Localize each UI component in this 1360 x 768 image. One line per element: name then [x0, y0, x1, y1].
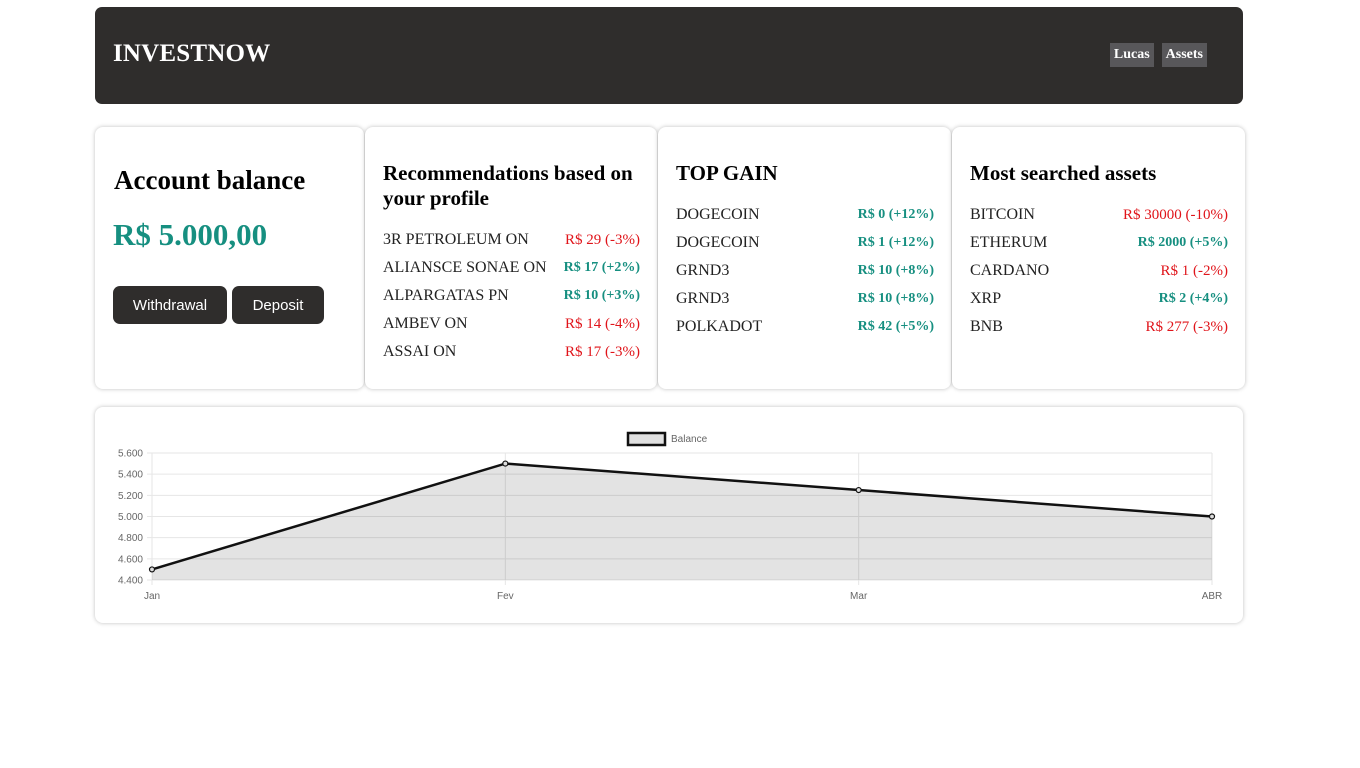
legend-swatch [626, 431, 667, 447]
asset-name: 3R PETROLEUM ON [383, 231, 529, 248]
brand-logo[interactable]: INVESTNOW [113, 40, 270, 68]
balance-chart: 5.600 5.400 5.200 5.000 4.800 4.600 4.400Jan Fe… [118, 431, 1223, 602]
asset-price-change: R$ 10 (+8%) [857, 291, 934, 306]
asset-name: ALIANSCE SONAE ON [383, 259, 547, 276]
asset-name: CARDANO [970, 262, 1050, 279]
asset-price-change: R$ 29 (-3%) [565, 231, 640, 248]
y-tick-label: 4.800 [118, 533, 143, 544]
most-searched-card: Most searched assets BITCOIN R$ 30000 (-1… [952, 127, 1245, 389]
nav-link-assets[interactable]: Assets [1161, 43, 1207, 67]
x-tick-label: Fev [497, 591, 514, 602]
asset-row[interactable]: POLKADOT R$ 42 (+5%) [676, 313, 934, 341]
asset-name: GRND3 [676, 290, 730, 307]
asset-price-change: R$ 0 (+12%) [857, 207, 934, 222]
asset-name: ETHERUM [970, 234, 1048, 251]
asset-price-change: R$ 2000 (+5%) [1137, 235, 1228, 250]
recommendations-card: Recommendations based on your profile 3R… [365, 127, 657, 389]
asset-price-change: R$ 30000 (-10%) [1123, 206, 1228, 223]
y-tick-label: 5.200 [118, 491, 143, 502]
asset-row[interactable]: 3R PETROLEUM ON R$ 29 (-3%) [383, 226, 640, 254]
data-point [502, 460, 509, 467]
recommendations-title: Recommendations based on your profile [383, 161, 633, 210]
asset-row[interactable]: ETHERUM R$ 2000 (+5%) [970, 229, 1228, 257]
asset-row[interactable]: CARDANO R$ 1 (-2%) [970, 257, 1228, 285]
account-balance-amount: R$ 5.000,00 [113, 217, 268, 252]
asset-name: BNB [970, 318, 1003, 335]
x-tick-label: Mar [850, 591, 868, 602]
data-point [1208, 513, 1216, 520]
asset-name: BITCOIN [970, 206, 1035, 223]
balance-chart-card: 5.600 5.400 5.200 5.000 4.800 4.600 4.400 Jan Fe… [95, 407, 1243, 623]
asset-name: POLKADOT [676, 318, 763, 335]
x-tick-label: Jan [144, 591, 160, 602]
asset-name: XRP [970, 290, 1002, 307]
y-tick-label: 5.600 [118, 449, 143, 460]
asset-price-change: R$ 10 (+3%) [563, 288, 640, 303]
asset-price-change: R$ 1 (+12%) [857, 235, 934, 250]
asset-name: DOGECOIN [676, 234, 760, 251]
top-gain-list: DOGECOIN R$ 0 (+12%) DOGECOIN R$ 1 (+12%) GR… [676, 201, 934, 341]
nav-links: Lucas Assets [1109, 43, 1207, 67]
y-tick-label: 4.600 [118, 554, 143, 565]
y-tick-label: 5.400 [118, 470, 143, 481]
account-balance-title: Account balance [114, 165, 306, 195]
asset-name: AMBEV ON [383, 315, 468, 332]
asset-price-change: R$ 277 (-3%) [1145, 318, 1229, 335]
asset-price-change: R$ 1 (-2%) [1160, 262, 1229, 279]
recommendations-list: 3R PETROLEUM ON R$ 29 (-3%) ALIANSCE SONAE… [383, 226, 640, 366]
account-balance-card: Account balance R$ 5.000,00 Withdrawal D… [95, 127, 364, 389]
top-gain-title: TOP GAIN [676, 161, 778, 185]
most-searched-title: Most searched assets [970, 161, 1157, 185]
asset-name: GRND3 [676, 262, 730, 279]
top-navbar: INVESTNOW Lucas Assets [95, 7, 1243, 104]
asset-row[interactable]: GRND3 R$ 10 (+8%) [676, 285, 934, 313]
nav-link-user[interactable]: Lucas [1109, 43, 1154, 67]
legend-label: Balance [671, 434, 708, 445]
data-point [148, 566, 156, 573]
asset-price-change: R$ 2 (+4%) [1158, 291, 1228, 306]
asset-row[interactable]: ALPARGATAS PN R$ 10 (+3%) [383, 282, 640, 310]
asset-row[interactable]: GRND3 R$ 10 (+8%) [676, 257, 934, 285]
top-gain-card: TOP GAIN DOGECOIN R$ 0 (+12%) DOGECOIN R$ 1… [658, 127, 951, 389]
asset-row[interactable]: BNB R$ 277 (-3%) [970, 313, 1228, 341]
x-tick-label: ABR [1202, 591, 1223, 602]
asset-price-change: R$ 17 (-3%) [565, 343, 640, 360]
asset-row[interactable]: ALIANSCE SONAE ON R$ 17 (+2%) [383, 254, 640, 282]
y-tick-label: 4.400 [118, 576, 143, 587]
deposit-button[interactable]: Deposit [232, 286, 324, 324]
data-point [855, 486, 862, 494]
asset-price-change: R$ 14 (-4%) [565, 315, 640, 332]
withdrawal-button[interactable]: Withdrawal [113, 286, 227, 324]
asset-row[interactable]: DOGECOIN R$ 0 (+12%) [676, 201, 934, 229]
asset-price-change: R$ 10 (+8%) [857, 263, 934, 278]
asset-name: DOGECOIN [676, 206, 760, 223]
asset-row[interactable]: BITCOIN R$ 30000 (-10%) [970, 201, 1228, 229]
y-tick-label: 5.000 [118, 512, 143, 523]
asset-row[interactable]: DOGECOIN R$ 1 (+12%) [676, 229, 934, 257]
most-searched-list: BITCOIN R$ 30000 (-10%) ETHERUM R$ 2000 (+5… [970, 201, 1228, 341]
asset-price-change: R$ 42 (+5%) [857, 319, 934, 334]
asset-row[interactable]: ASSAI ON R$ 17 (-3%) [383, 338, 640, 366]
asset-row[interactable]: AMBEV ON R$ 14 (-4%) [383, 310, 640, 338]
asset-price-change: R$ 17 (+2%) [563, 260, 640, 275]
asset-name: ALPARGATAS PN [383, 287, 509, 304]
asset-name: ASSAI ON [383, 343, 457, 360]
asset-row[interactable]: XRP R$ 2 (+4%) [970, 285, 1228, 313]
